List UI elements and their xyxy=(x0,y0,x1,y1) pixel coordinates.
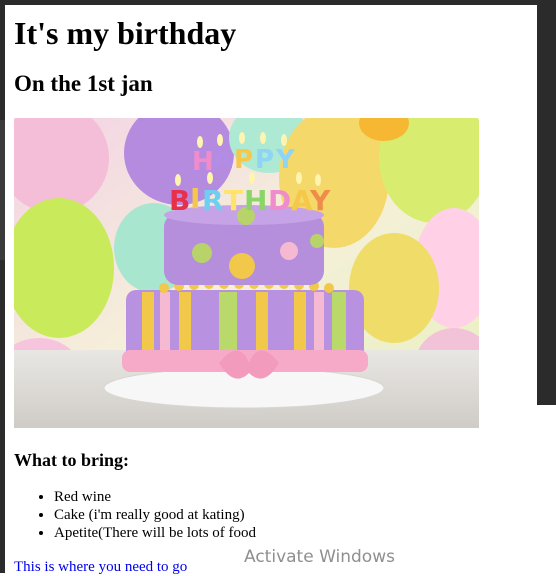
page-title: It's my birthday xyxy=(14,15,237,51)
svg-text:B: B xyxy=(169,184,190,217)
birthday-cake-image: H A P P Y B I R T H D A Y xyxy=(14,118,479,428)
svg-text:D: D xyxy=(268,184,291,217)
svg-text:Y: Y xyxy=(275,145,296,175)
list-item: Apetite(There will be lots of food xyxy=(54,524,256,542)
list-item: Red wine xyxy=(54,488,256,506)
directions-link[interactable]: This is where you need to go xyxy=(14,558,187,576)
svg-text:R: R xyxy=(202,184,224,217)
web-page: It's my birthday On the 1st jan H A P P … xyxy=(5,5,537,576)
svg-text:Y: Y xyxy=(309,184,331,217)
activate-windows-watermark: Activate Windows xyxy=(244,547,395,567)
svg-text:T: T xyxy=(224,184,243,217)
svg-text:H: H xyxy=(244,184,267,217)
page-subtitle: On the 1st jan xyxy=(14,71,153,96)
svg-text:P: P xyxy=(255,145,274,175)
list-item: Cake (i'm really good at kating) xyxy=(54,506,256,524)
svg-text:P: P xyxy=(234,145,253,175)
window-frame-right-lower xyxy=(537,405,556,573)
bring-list: Red wine Cake (i'm really good at kating… xyxy=(14,488,256,542)
bring-heading: What to bring: xyxy=(14,450,130,470)
svg-text:A: A xyxy=(212,145,232,175)
window-frame-right xyxy=(537,0,556,405)
svg-text:I: I xyxy=(190,182,200,215)
